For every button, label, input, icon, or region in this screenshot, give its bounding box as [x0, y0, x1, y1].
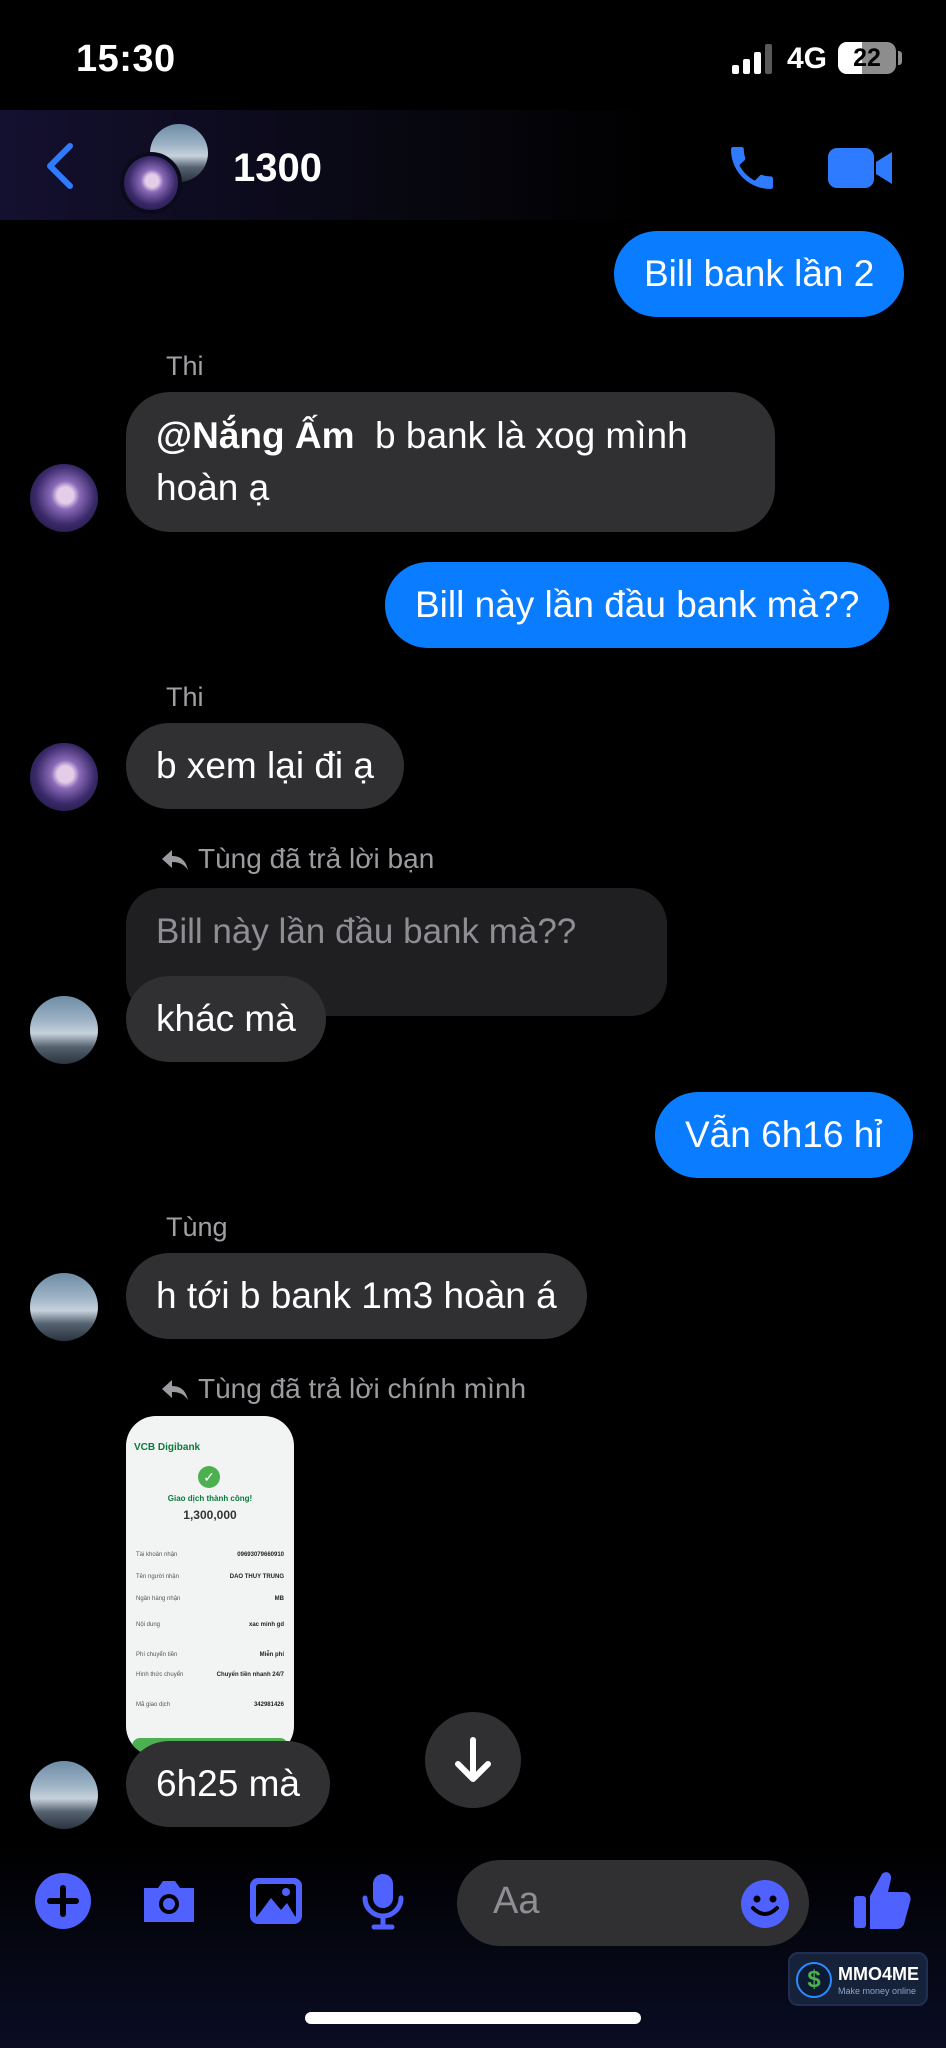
message-text: Bill này lần đầu bank mà?? [415, 584, 860, 625]
message-text: Vẫn 6h16 hỉ [685, 1114, 883, 1155]
receipt-row: Ngân hàng nhận MB [136, 1596, 284, 1602]
message-text-line2: hoàn ạ [156, 467, 270, 508]
sender-avatar[interactable] [30, 1273, 98, 1341]
incoming-message[interactable]: h tới b bank 1m3 hoàn á [126, 1253, 587, 1339]
outgoing-message[interactable]: Bill bank lần 2 [614, 231, 905, 317]
receipt-row: Tài khoản nhận 09693079660910 [136, 1552, 284, 1558]
emoji-button[interactable] [739, 1878, 791, 1930]
status-bar: 15:30 4G 22 [0, 0, 946, 110]
receipt-row: Hình thức chuyển Chuyển tiền nhanh 24/7 [136, 1672, 284, 1678]
incoming-message[interactable]: 6h25 mà [126, 1741, 330, 1827]
sender-name: Thi [166, 351, 204, 381]
emoji-icon [741, 1880, 789, 1928]
signal-strength-icon [732, 44, 776, 74]
battery-tip [898, 51, 902, 65]
receipt-row: Phí chuyển tiền Miễn phí [136, 1652, 284, 1658]
reply-indicator: Tùng đã trả lời chính mình [160, 1373, 526, 1405]
scroll-to-bottom-button[interactable] [425, 1712, 521, 1808]
voice-call-button[interactable] [724, 140, 780, 196]
receipt-row: Nội dung xac minh gd [136, 1622, 284, 1628]
watermark-tagline: Make money online [838, 1986, 917, 1996]
receipt-row: Tên người nhận DAO THUY TRUNG [136, 1574, 284, 1580]
video-call-button[interactable] [826, 144, 894, 192]
bank-receipt: VCB Digibank ✓ Giao dịch thành công! 1,3… [126, 1416, 294, 1756]
sender-avatar[interactable] [30, 464, 98, 532]
camera-icon [144, 1881, 194, 1922]
chat-title[interactable]: 1300 [233, 146, 322, 191]
incoming-message[interactable]: @Nắng Ấm b bank là xog mình hoàn ạ [126, 392, 775, 532]
add-button[interactable] [32, 1870, 94, 1932]
shared-image-receipt[interactable]: VCB Digibank ✓ Giao dịch thành công! 1,3… [126, 1416, 294, 1756]
chat-header: 1300 [0, 110, 946, 220]
receipt-row: Mã giao dịch 342981426 [136, 1702, 284, 1708]
message-composer: Aa $ MMO4ME Make money online [0, 1840, 946, 2048]
plus-icon [35, 1873, 91, 1929]
group-avatar-front [120, 152, 182, 214]
user-mention[interactable]: @Nắng Ấm [156, 415, 354, 456]
back-button[interactable] [40, 138, 84, 194]
sender-avatar[interactable] [30, 743, 98, 811]
video-camera-icon [828, 148, 892, 188]
thumbs-up-icon [854, 1872, 911, 1929]
microphone-icon [362, 1874, 404, 1930]
quoted-text: Bill này lần đầu bank mà?? [156, 912, 577, 951]
success-check-icon: ✓ [198, 1466, 220, 1488]
bank-logo: VCB Digibank [134, 1442, 201, 1453]
incoming-message[interactable]: b xem lại đi ạ [126, 723, 404, 809]
home-indicator[interactable] [305, 2012, 641, 2024]
sender-name: Tùng [166, 1212, 228, 1242]
message-input-placeholder: Aa [493, 1880, 540, 1922]
group-avatar[interactable] [118, 124, 218, 220]
reply-indicator: Tùng đã trả lời bạn [160, 843, 434, 875]
incoming-message[interactable]: khác mà [126, 976, 326, 1062]
message-text: b bank là xog mình [354, 415, 688, 456]
voice-record-button[interactable] [352, 1870, 414, 1932]
message-text: khác mà [156, 998, 296, 1039]
network-type: 4G [787, 42, 828, 75]
watermark-logo: $ MMO4ME Make money online [788, 1952, 928, 2006]
sender-name: Thi [166, 682, 204, 712]
gallery-button[interactable] [245, 1870, 307, 1932]
phone-icon [731, 147, 773, 189]
sender-avatar[interactable] [30, 996, 98, 1064]
message-text: h tới b bank 1m3 hoàn á [156, 1275, 557, 1316]
battery-icon: 22 [838, 42, 896, 74]
battery-level: 22 [853, 44, 881, 72]
outgoing-message[interactable]: Vẫn 6h16 hỉ [655, 1092, 913, 1178]
sender-avatar[interactable] [30, 1761, 98, 1829]
camera-button[interactable] [138, 1870, 200, 1932]
image-icon [250, 1878, 302, 1924]
outgoing-message[interactable]: Bill này lần đầu bank mà?? [385, 562, 890, 648]
status-time: 15:30 [76, 38, 176, 80]
back-chevron-icon [47, 143, 73, 189]
message-text: 6h25 mà [156, 1763, 300, 1804]
arrow-down-icon [455, 1737, 491, 1782]
transfer-amount: 1,300,000 [183, 1508, 237, 1522]
dollar-coin-icon: $ [796, 1962, 832, 1998]
reply-arrow-icon [162, 1380, 188, 1400]
transfer-status: Giao dịch thành công! [167, 1494, 253, 1503]
watermark-name: MMO4ME [838, 1964, 919, 1984]
message-text: Bill bank lần 2 [644, 253, 875, 294]
message-input[interactable]: Aa [457, 1860, 809, 1946]
message-text: b xem lại đi ạ [156, 745, 374, 786]
like-button[interactable] [852, 1868, 912, 1932]
reply-arrow-icon [162, 850, 188, 870]
